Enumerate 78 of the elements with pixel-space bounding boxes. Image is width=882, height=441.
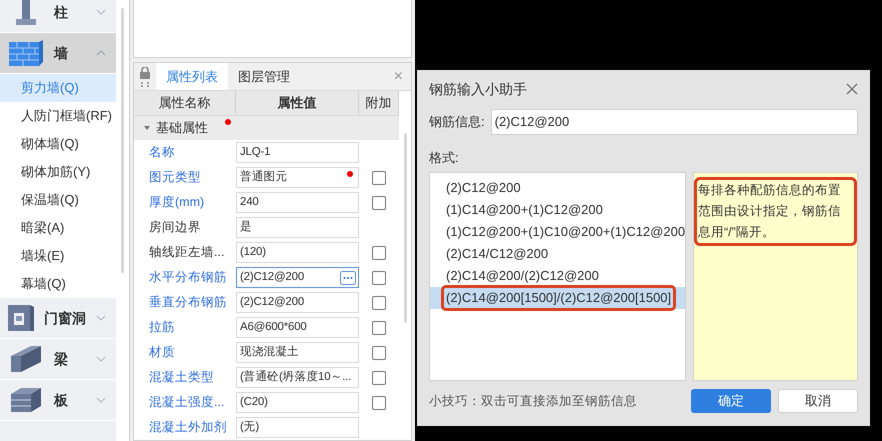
sidebar-item[interactable]: 砌体墙(Q) — [0, 130, 116, 158]
checkbox[interactable] — [372, 170, 386, 184]
property-value-field[interactable]: 240 — [236, 192, 359, 213]
property-value-field[interactable]: 是 — [236, 217, 359, 238]
scrollbar[interactable] — [404, 133, 406, 323]
checkbox[interactable] — [372, 196, 386, 210]
brick-wall-icon — [9, 40, 43, 66]
more-icon[interactable] — [340, 270, 356, 284]
property-value-field[interactable]: JLQ-1 — [236, 142, 359, 163]
checkbox[interactable] — [372, 346, 386, 360]
property-name: 名称 — [148, 144, 176, 162]
sidebar-item[interactable]: 人防门框墙(RF) — [0, 102, 116, 130]
collapse-caret-icon[interactable] — [144, 125, 150, 131]
format-item[interactable]: (2)C14@200/(2)C12@200 — [430, 265, 685, 287]
property-value-field[interactable]: (2)C12@200 — [236, 292, 359, 313]
panel-tab[interactable]: 图层管理 — [228, 63, 300, 90]
sidebar-item[interactable]: 墙垛(E) — [0, 242, 116, 270]
property-name: 拉筋 — [148, 319, 176, 336]
property-value-field[interactable]: 现浇混凝土 — [236, 342, 359, 363]
property-name: 混凝土强度... — [148, 394, 226, 412]
drawing-canvas[interactable] — [415, 0, 882, 441]
group-label: 基础属性 — [156, 119, 208, 138]
property-name: 房间边界 — [148, 219, 202, 236]
lock-icon[interactable] — [138, 66, 152, 86]
format-label: 格式: — [429, 149, 460, 166]
property-name: 厚度(mm) — [148, 194, 206, 212]
column-header: 属性名称 — [134, 91, 236, 115]
property-value-field[interactable]: (普通砼(坍落度10～... — [236, 367, 359, 388]
beam-icon — [11, 346, 41, 372]
property-name: 图元类型 — [148, 169, 202, 186]
property-name: 材质 — [148, 344, 176, 362]
cancel-button[interactable]: 取消 — [778, 389, 858, 413]
property-value-field[interactable]: 普通图元 — [236, 167, 359, 188]
format-item[interactable]: (2)C12@200 — [430, 177, 685, 199]
scrollbar[interactable] — [121, 8, 124, 273]
property-value-field[interactable]: A6@600*600 — [236, 317, 359, 338]
property-value-field[interactable]: (无) — [236, 417, 359, 438]
window-frame-icon — [8, 305, 34, 331]
format-item[interactable]: (1)C14@200+(1)C12@200 — [430, 199, 685, 221]
checkbox[interactable] — [372, 270, 386, 284]
sidebar-item[interactable]: 暗梁(A) — [0, 214, 116, 242]
format-item[interactable]: (2)C14/C12@200 — [430, 243, 685, 265]
column-icon — [15, 0, 37, 26]
column-header: 附加 — [359, 91, 399, 115]
column-header: 属性值 — [236, 91, 359, 115]
tip-text: 小技巧：双击可直接添加至钢筋信息 — [429, 392, 638, 410]
format-item[interactable]: (1)C12@200+(1)C10@200+(1)C12@200 — [430, 221, 685, 243]
category-header[interactable]: 梁 — [0, 339, 116, 380]
confirm-button[interactable]: 确定 — [691, 389, 771, 413]
checkbox[interactable] — [372, 320, 386, 334]
category-header[interactable]: 板 — [0, 380, 116, 421]
property-value-field[interactable]: (2)C12@200 — [236, 267, 359, 288]
property-name: 垂直分布钢筋 — [148, 294, 228, 312]
sidebar-item[interactable]: 保温墙(Q) — [0, 186, 116, 214]
property-value-field[interactable]: (120) — [236, 242, 359, 263]
checkbox[interactable] — [372, 246, 386, 260]
property-name: 水平分布钢筋 — [148, 269, 228, 286]
property-name: 混凝土类型 — [148, 369, 215, 386]
checkbox[interactable] — [372, 396, 386, 410]
slab-icon — [11, 388, 41, 412]
format-item[interactable]: (2)C14@200[1500]/(2)C12@200[1500] — [430, 287, 685, 309]
input-field[interactable]: (2)C12@200 — [490, 109, 858, 135]
close-icon[interactable] — [846, 83, 858, 95]
category-header[interactable]: 柱 — [0, 0, 116, 33]
category-header[interactable]: 墙 — [0, 33, 116, 74]
sidebar-item[interactable]: 幕墙(Q) — [0, 270, 116, 298]
group-row[interactable]: 基础属性 — [134, 116, 399, 140]
checkbox[interactable] — [372, 296, 386, 310]
sidebar-item[interactable]: 砌体加筋(Y) — [0, 158, 116, 186]
panel-tab[interactable]: 属性列表 — [156, 63, 228, 90]
checkbox[interactable] — [372, 370, 386, 384]
property-name: 轴线距左墙... — [148, 244, 226, 262]
category-header[interactable]: 门窗洞 — [0, 298, 116, 339]
note-text: 每排各种配筋信息的布置范围由设计指定，钢筋信息用“/”隔开。 — [694, 177, 857, 246]
input-label: 钢筋信息: — [429, 113, 485, 132]
dialog-title: 钢筋输入小助手 — [429, 80, 528, 98]
property-name: 混凝土外加剂 — [148, 419, 228, 436]
property-value-field[interactable]: (C20) — [236, 392, 359, 413]
